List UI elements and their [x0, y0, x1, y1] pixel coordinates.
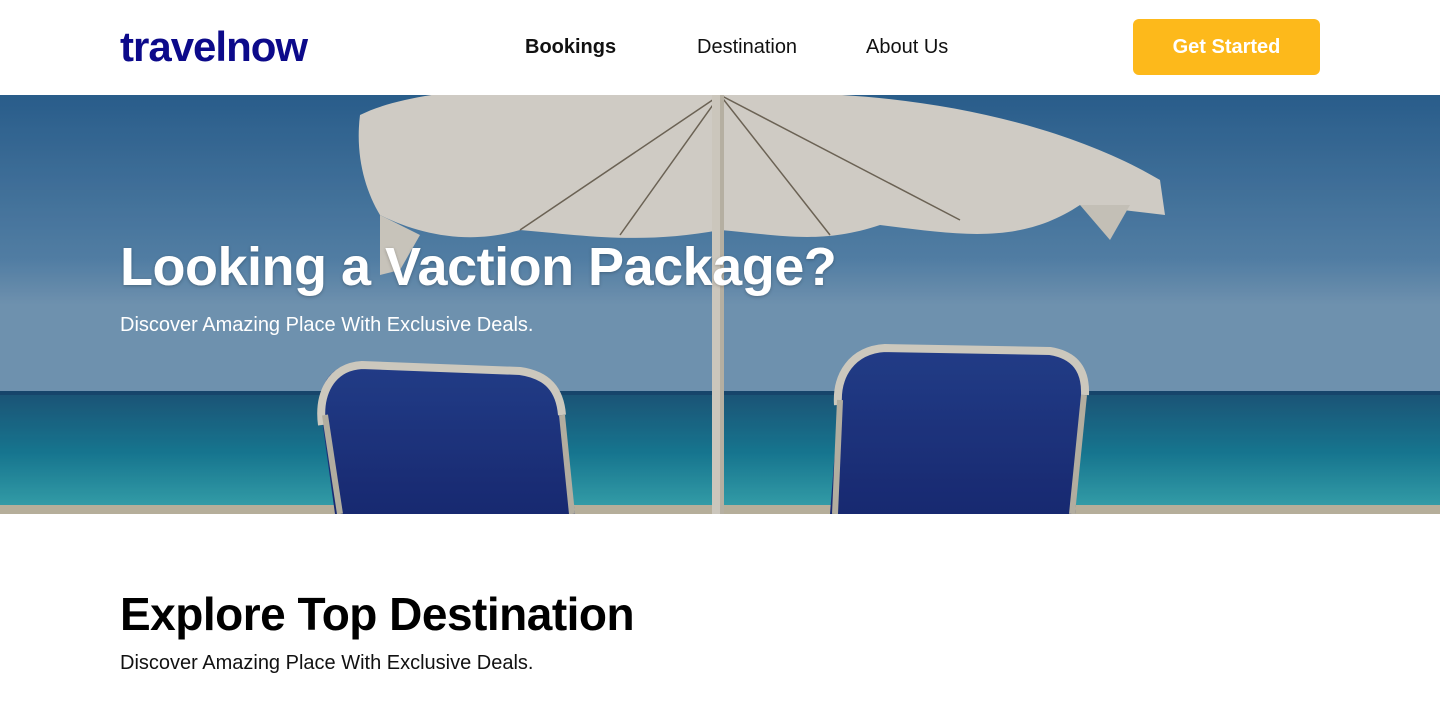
nav-destination[interactable]: Destination [697, 34, 797, 60]
hero-title: Looking a Vaction Package? [120, 237, 837, 297]
hero-beach-image [0, 95, 1440, 514]
logo[interactable]: travelnow [120, 24, 308, 70]
section-subtitle: Discover Amazing Place With Exclusive De… [120, 652, 534, 674]
section-title: Explore Top Destination [120, 588, 635, 640]
hero-subtitle: Discover Amazing Place With Exclusive De… [120, 314, 534, 336]
get-started-button[interactable]: Get Started [1133, 19, 1320, 75]
nav-about-us[interactable]: About Us [866, 34, 948, 60]
site-header: travelnow Bookings Destination About Us … [0, 0, 1440, 95]
hero-banner: Looking a Vaction Package? Discover Amaz… [0, 95, 1440, 514]
nav-bookings[interactable]: Bookings [525, 34, 616, 60]
